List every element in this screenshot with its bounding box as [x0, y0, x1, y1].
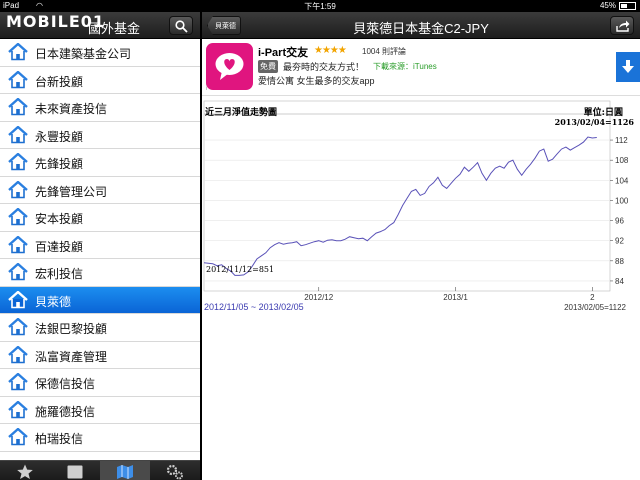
house-icon: [8, 262, 28, 286]
detail-header: 貝萊德 貝萊德日本基金C2-JPY: [202, 12, 640, 39]
ad-description: 愛情公寓 女生最多的交友app: [258, 76, 375, 86]
latest-value: 2013/02/05=1122: [564, 303, 626, 312]
ad-tagline: 最夯時的交友方式！: [283, 62, 365, 72]
list-item-label: 法銀巴黎投顧: [35, 322, 108, 336]
y-tick-label: 108: [615, 156, 629, 165]
ad-title: i-Part交友: [258, 47, 309, 59]
status-bar: iPad ◠ 下午1:59 45%: [0, 0, 640, 12]
list-item[interactable]: 保德信投信: [0, 369, 200, 397]
list-item-label: 泓富資產管理: [35, 349, 108, 364]
page-title: 貝萊德日本基金C2-JPY: [353, 21, 489, 36]
fund-company-list: 日本建築基金公司 台新投顧未來資產投信 永豐投顧先鋒投顧先鋒管理公司 安本投顧百達投顧…: [0, 39, 200, 452]
chart-canvas: 84 88 92 96 100 104 108 112 2012/12 2013/1 2: [203, 100, 629, 302]
list-item[interactable]: 柏瑞投信: [0, 424, 200, 452]
search-button[interactable]: [169, 16, 193, 35]
house-icon: [8, 345, 28, 369]
house-icon: [8, 180, 28, 204]
house-icon: [8, 152, 28, 176]
list-item[interactable]: 貝萊德: [0, 286, 200, 314]
chart-high-label: 2013/02/04=1126: [554, 117, 634, 127]
y-tick-label: 96: [615, 217, 624, 226]
house-icon: [8, 400, 28, 424]
tab-1[interactable]: 自選基金: [0, 461, 50, 480]
ad-review-count: 1004 則評論: [362, 47, 407, 56]
ad-info-icon[interactable]: i: [206, 86, 207, 92]
y-tick-label: 88: [615, 257, 624, 266]
clock: 下午1:59: [304, 2, 336, 11]
list-item-label: 先鋒投顧: [35, 157, 84, 171]
list-item[interactable]: 施羅德投信: [0, 396, 200, 424]
share-icon: [616, 20, 630, 32]
house-icon: [8, 97, 28, 121]
house-icon: [8, 290, 28, 314]
list-item-label: 貝萊德: [35, 294, 72, 309]
battery-percent: 45%: [599, 1, 616, 10]
list-item-label: 先鋒管理公司: [35, 184, 108, 199]
ad-banner[interactable]: i-Part交友 ★★★★ 1004 則評論 免費 最夯時的交友方式！ 下載來源…: [202, 39, 640, 95]
ad-source: 下載來源：iTunes: [373, 62, 437, 71]
date-range: 2012/11/05 ~ 2013/02/05: [204, 302, 304, 312]
x-tick-label: 2: [590, 293, 595, 302]
house-icon: [8, 207, 28, 231]
list-item-label: 日本建築基金公司: [35, 47, 132, 61]
sidebar: MOBILE01 國外基金 日本建築基金公司 台新投顧未來資產投信 永豐投顧先鋒投顧…: [0, 12, 200, 480]
y-tick-label: 84: [615, 277, 624, 286]
nav-chart: 84 88 92 96 100 104 108 112 2012/12 2013/1 2 近三月淨值…: [202, 95, 640, 480]
list-item-label: 安本投顧: [35, 212, 84, 226]
list-item[interactable]: 未來資產投信: [0, 94, 200, 122]
detail-pane: 貝萊德 貝萊德日本基金C2-JPY i-Part交友 ★★★★ 1004 則評論…: [202, 12, 640, 480]
x-tick-label: 2013/1: [443, 293, 468, 302]
y-tick-label: 112: [615, 136, 628, 145]
chart-title: 近三月淨值走勢圖: [205, 108, 278, 118]
house-icon: [8, 235, 28, 259]
house-icon: [8, 70, 28, 94]
sidebar-title: 國外基金: [88, 21, 141, 36]
tab-2[interactable]: 國內基金: [50, 461, 100, 480]
list-item[interactable]: 百達投顧: [0, 231, 200, 259]
x-tick-label: 2012/12: [304, 293, 333, 302]
nav-series-line: [203, 136, 597, 276]
list-item-label: 百達投顧: [35, 239, 84, 254]
tab-4[interactable]: 系統: [150, 461, 200, 480]
list-item-label: 宏利投信: [35, 267, 84, 281]
share-button[interactable]: [610, 16, 634, 35]
house-icon: [8, 317, 28, 341]
y-tick-label: 92: [615, 237, 624, 246]
list-item[interactable]: 宏利投信: [0, 259, 200, 287]
list-item[interactable]: 泓富資產管理: [0, 341, 200, 369]
sidebar-header: MOBILE01 國外基金: [0, 12, 200, 39]
rating-stars-icon: ★★★★: [314, 45, 347, 56]
list-item[interactable]: 法銀巴黎投顧: [0, 314, 200, 342]
list-item[interactable]: 先鋒投顧: [0, 149, 200, 177]
list-item[interactable]: 安本投顧: [0, 204, 200, 232]
house-icon: [8, 42, 28, 66]
ad-free-badge: 免費: [258, 60, 278, 73]
list-item[interactable]: 永豐投顧: [0, 121, 200, 149]
list-item-label: 永豐投顧: [35, 129, 84, 144]
download-arrow-icon: [622, 60, 634, 73]
tab-3[interactable]: 國外基金: [100, 461, 150, 480]
ad-download-button[interactable]: [616, 52, 640, 82]
house-icon: [8, 372, 28, 396]
search-icon: [175, 20, 188, 33]
chart-low-label: 2012/11/12=851: [206, 265, 275, 274]
list-item[interactable]: 日本建築基金公司: [0, 39, 200, 67]
list-item-label: 台新投顧: [35, 74, 84, 89]
app-logo-icon: [206, 43, 253, 90]
list-item-label: 施羅德投信: [35, 404, 96, 419]
house-icon: [8, 125, 28, 149]
y-tick-label: 104: [615, 176, 629, 185]
list-item-label: 保德信投信: [35, 377, 96, 391]
list-item[interactable]: 台新投顧: [0, 66, 200, 94]
house-icon: [8, 427, 28, 451]
plot-frame: [203, 100, 611, 292]
y-tick-label: 100: [615, 196, 629, 205]
list-item[interactable]: 先鋒管理公司: [0, 176, 200, 204]
list-item-label: 柏瑞投信: [35, 432, 84, 446]
battery-icon: [619, 2, 636, 10]
list-item-label: 未來資產投信: [35, 102, 108, 116]
tab-bar: 自選基金國內基金國外基金系統: [0, 460, 200, 480]
